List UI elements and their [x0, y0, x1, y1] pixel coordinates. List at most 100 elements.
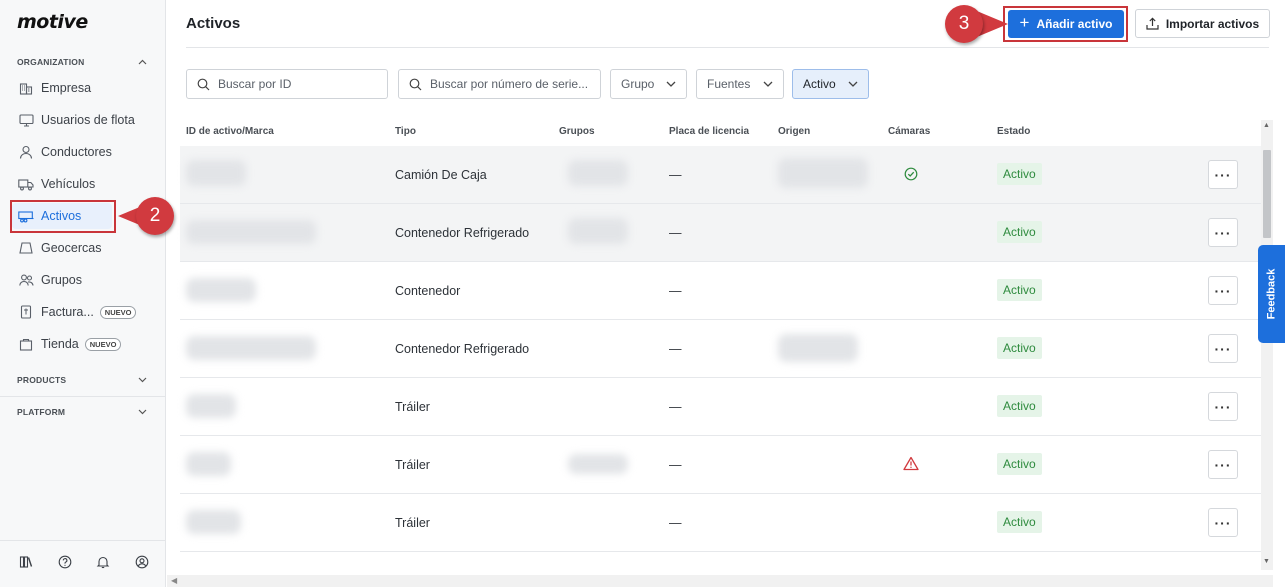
row-type: Contenedor Refrigerado [395, 341, 530, 356]
sidebar-item-grupos[interactable]: Grupos [12, 267, 152, 293]
upload-icon [1146, 17, 1159, 30]
highlight-box-add-asset [1003, 6, 1128, 42]
table-row[interactable]: Contenedor Refrigerado — Activo ··· [180, 204, 1261, 262]
search-serial-input[interactable]: Buscar por número de serie... [398, 69, 601, 99]
table-row[interactable]: Camión De Caja — Activo ··· [180, 146, 1261, 204]
redacted-origin [778, 334, 858, 362]
redacted-id [186, 336, 316, 360]
sidebar-item-label: Grupos [41, 273, 82, 287]
row-type: Contenedor Refrigerado [395, 225, 530, 240]
page-title: Activos [186, 15, 241, 32]
sidebar-item-geocercas[interactable]: Geocercas [12, 235, 152, 261]
scroll-up-icon[interactable]: ▲ [1263, 122, 1270, 129]
table-row[interactable]: Tráiler — Activo ··· [180, 436, 1261, 494]
table-row[interactable]: Contenedor — Activo ··· [180, 262, 1261, 320]
app-window: motive ORGANIZATION Empresa Usuarios de … [0, 0, 1285, 587]
row-plate: — [669, 225, 682, 240]
bell-icon[interactable] [95, 554, 111, 570]
sidebar-item-tienda[interactable]: Tienda NUEVO [12, 331, 152, 357]
row-actions-button[interactable]: ··· [1208, 276, 1238, 305]
scroll-down-icon[interactable]: ▼ [1263, 558, 1270, 565]
status-badge: Activo [997, 395, 1042, 417]
group-icon [18, 272, 34, 288]
section-organization[interactable]: ORGANIZATION [17, 57, 147, 67]
row-plate: — [669, 399, 682, 414]
main-content: Activos + Añadir activo Importar activos… [167, 0, 1285, 587]
search-icon [197, 78, 210, 91]
table-row[interactable]: Contenedor Refrigerado — Activo ··· [180, 320, 1261, 378]
status-filter-dropdown[interactable]: Activo [792, 69, 869, 99]
scroll-left-icon[interactable]: ◀ [171, 576, 177, 585]
search-id-input[interactable]: Buscar por ID [186, 69, 388, 99]
sidebar-item-label: Tienda [41, 337, 79, 351]
column-header-grupos[interactable]: Grupos [559, 126, 595, 137]
sidebar-item-empresa[interactable]: Empresa [12, 75, 152, 101]
group-filter-dropdown[interactable]: Grupo [610, 69, 687, 99]
row-actions-button[interactable]: ··· [1208, 160, 1238, 189]
redacted-id [186, 220, 316, 244]
sidebar-footer [14, 554, 154, 570]
table-row[interactable]: Tráiler — Activo ··· [180, 378, 1261, 436]
section-organization-label: ORGANIZATION [17, 57, 85, 67]
table-row[interactable]: Tráiler — Activo ··· [180, 494, 1261, 552]
sidebar-item-conductores[interactable]: Conductores [12, 139, 152, 165]
redacted-group [568, 218, 628, 244]
column-header-placa[interactable]: Placa de licencia [669, 126, 749, 137]
redacted-origin [778, 158, 868, 188]
section-products[interactable]: PRODUCTS [17, 375, 147, 385]
sidebar-item-vehiculos[interactable]: Vehículos [12, 171, 152, 197]
person-icon [18, 144, 34, 160]
callout-marker-3: 3 [945, 5, 983, 43]
status-badge: Activo [997, 337, 1042, 359]
row-actions-button[interactable]: ··· [1208, 450, 1238, 479]
library-icon[interactable] [18, 554, 34, 570]
divider [0, 540, 166, 541]
sources-filter-dropdown[interactable]: Fuentes [696, 69, 784, 99]
column-header-origen[interactable]: Origen [778, 126, 810, 137]
sidebar-item-facturacion[interactable]: Factura... NUEVO [12, 299, 152, 325]
new-badge: NUEVO [99, 305, 137, 319]
column-header-camaras[interactable]: Cámaras [888, 126, 930, 137]
row-actions-button[interactable]: ··· [1208, 334, 1238, 363]
row-actions-button[interactable]: ··· [1208, 218, 1238, 247]
row-plate: — [669, 167, 682, 182]
sidebar-item-label: Empresa [41, 81, 92, 95]
sidebar-item-label: Conductores [41, 145, 112, 159]
row-plate: — [669, 283, 682, 298]
column-header-tipo[interactable]: Tipo [395, 126, 416, 137]
scrollbar-thumb[interactable] [1263, 150, 1271, 238]
status-badge: Activo [997, 279, 1042, 301]
row-actions-button[interactable]: ··· [1208, 392, 1238, 421]
status-badge: Activo [997, 221, 1042, 243]
section-platform-label: PLATFORM [17, 407, 66, 417]
column-header-estado[interactable]: Estado [997, 126, 1030, 137]
import-assets-label: Importar activos [1165, 16, 1260, 31]
profile-icon[interactable] [134, 554, 150, 570]
redacted-id [186, 452, 231, 476]
geofence-icon [18, 240, 34, 256]
import-assets-button[interactable]: Importar activos [1135, 9, 1270, 38]
highlight-box-activos [10, 200, 116, 233]
section-products-label: PRODUCTS [17, 375, 67, 385]
row-type: Tráiler [395, 515, 430, 530]
vertical-scrollbar[interactable]: ▲ ▼ [1261, 120, 1273, 570]
feedback-tab[interactable]: Feedback [1258, 245, 1285, 343]
chevron-down-icon [755, 81, 773, 87]
row-actions-button[interactable]: ··· [1208, 508, 1238, 537]
new-badge: NUEVO [84, 337, 122, 351]
shopping-bag-icon [18, 336, 34, 352]
help-icon[interactable] [57, 554, 73, 570]
motive-logo[interactable]: motive [17, 11, 88, 33]
sources-filter-label: Fuentes [707, 77, 751, 91]
fuel-card-icon [18, 304, 34, 320]
chevron-down-icon [138, 375, 147, 385]
column-header-id[interactable]: ID de activo/Marca [186, 126, 274, 137]
horizontal-scrollbar[interactable]: ◀ [167, 575, 1273, 587]
divider [0, 396, 166, 397]
sidebar-item-label: Vehículos [41, 177, 96, 191]
building-icon [18, 80, 34, 96]
section-platform[interactable]: PLATFORM [17, 407, 147, 417]
sidebar-item-label: Geocercas [41, 241, 102, 255]
sidebar-item-usuarios-de-flota[interactable]: Usuarios de flota [12, 107, 152, 133]
truck-icon [18, 176, 34, 192]
